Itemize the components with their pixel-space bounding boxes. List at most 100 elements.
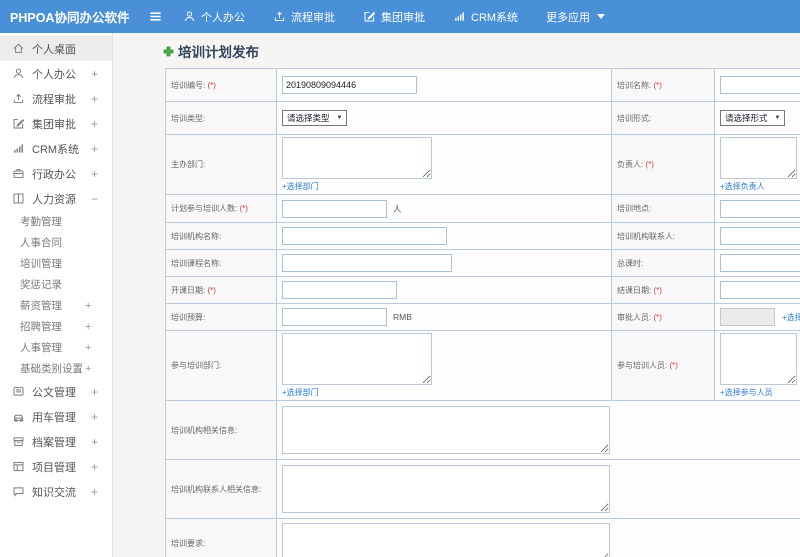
select-dept-link[interactable]: +选择部门 — [282, 387, 319, 398]
sidebar-subitem-training[interactable]: 培训管理 — [0, 253, 112, 274]
expand-plus[interactable]: + — [85, 342, 91, 354]
briefcase-icon — [12, 167, 25, 180]
requirement-textarea[interactable] — [282, 523, 610, 557]
sidebar-item-label: 用车管理 — [32, 411, 76, 424]
edit-icon — [363, 10, 376, 23]
sidebar-item-label: 个人办公 — [32, 68, 76, 81]
nav-item-workflow-approval[interactable]: 流程审批 — [273, 9, 335, 25]
required-marker: (*) — [653, 80, 662, 90]
currency-suffix: RMB — [393, 312, 412, 322]
host-dept-textarea[interactable] — [282, 137, 432, 179]
sidebar-subitem-base-category[interactable]: 基础类别设置 + — [0, 358, 112, 379]
org-contact-info-label: 培训机构联系人相关信息: — [171, 484, 262, 494]
expand-minus[interactable]: − — [91, 192, 98, 206]
sidebar-subitem-hr-contract[interactable]: 人事合同 — [0, 232, 112, 253]
org-contact-input[interactable] — [720, 227, 800, 245]
expand-plus[interactable]: + — [85, 321, 91, 333]
sidebar-item-project[interactable]: 项目管理 + — [0, 454, 112, 479]
sidebar-subitem-personnel[interactable]: 人事管理 + — [0, 337, 112, 358]
expand-plus[interactable]: + — [91, 92, 98, 106]
nav-item-more-apps[interactable]: 更多应用 — [546, 9, 606, 25]
sidebar-item-crm[interactable]: CRM系统 + — [0, 136, 112, 161]
select-participants-link[interactable]: +选择参与人员 — [720, 387, 773, 398]
sidebar-item-official-doc[interactable]: 公文管理 + — [0, 379, 112, 404]
select-approver-link[interactable]: +选择审批人员 — [782, 312, 800, 323]
sidebar-item-personal-office[interactable]: 个人办公 + — [0, 61, 112, 86]
nav-item-crm[interactable]: CRM系统 — [453, 9, 518, 25]
end-date-input[interactable] — [720, 281, 800, 299]
sidebar-item-knowledge[interactable]: 知识交流 + — [0, 479, 112, 504]
total-hours-input[interactable] — [720, 254, 800, 272]
sidebar-item-label: 公文管理 — [32, 386, 76, 399]
requirement-label: 培训要求: — [171, 538, 206, 548]
sidebar-item-personal-desktop[interactable]: 个人桌面 — [0, 36, 112, 61]
sidebar-item-admin-office[interactable]: 行政办公 + — [0, 161, 112, 186]
expand-plus[interactable]: + — [85, 300, 91, 312]
select-dept-link[interactable]: +选择部门 — [282, 181, 319, 192]
host-dept-label: 主办部门: — [171, 160, 206, 169]
sidebar-subitem-label: 人事管理 — [20, 342, 62, 354]
approver-input[interactable] — [720, 308, 775, 326]
training-mode-select[interactable]: 请选择形式 ▼ — [720, 110, 786, 126]
course-name-input[interactable] — [282, 254, 452, 272]
expand-plus[interactable]: + — [91, 117, 98, 131]
sidebar-subitem-recruit[interactable]: 招聘管理 + — [0, 316, 112, 337]
sidebar-item-group-approval[interactable]: 集团审批 + — [0, 111, 112, 136]
join-dept-textarea[interactable] — [282, 333, 432, 385]
sidebar-subitem-label: 培训管理 — [20, 258, 62, 270]
sidebar-item-label: 档案管理 — [32, 436, 76, 449]
sidebar-item-workflow-approval[interactable]: 流程审批 + — [0, 86, 112, 111]
expand-plus[interactable]: + — [91, 167, 98, 181]
training-type-select[interactable]: 请选择类型 ▼ — [282, 110, 348, 126]
sidebar-item-vehicle[interactable]: 用车管理 + — [0, 404, 112, 429]
org-name-input[interactable] — [282, 227, 447, 245]
org-info-textarea[interactable] — [282, 406, 610, 454]
expand-plus[interactable]: + — [91, 67, 98, 81]
user-icon — [12, 67, 25, 80]
chart-icon — [453, 10, 466, 23]
sidebar-subitem-label: 基础类别设置 — [20, 363, 83, 375]
chat-icon — [12, 485, 25, 498]
expand-plus[interactable]: + — [91, 485, 98, 499]
sidebar-subitem-attendance[interactable]: 考勤管理 — [0, 211, 112, 232]
plan-count-input[interactable] — [282, 199, 387, 218]
join-staff-label: 参与培训人员: — [617, 361, 668, 370]
org-contact-info-textarea[interactable] — [282, 465, 610, 513]
total-hours-label: 总课时: — [617, 258, 644, 268]
leader-label: 负责人: — [617, 160, 644, 169]
join-staff-textarea[interactable] — [720, 333, 797, 385]
select-leader-link[interactable]: +选择负责人 — [720, 181, 765, 192]
start-date-input[interactable] — [282, 281, 397, 299]
sidebar-subitem-reward-record[interactable]: 奖惩记录 — [0, 274, 112, 295]
budget-input[interactable] — [282, 308, 387, 326]
location-input[interactable] — [720, 199, 800, 218]
expand-plus[interactable]: + — [91, 142, 98, 156]
required-marker: (*) — [207, 285, 216, 295]
training-no-input[interactable] — [282, 76, 417, 94]
sidebar-item-label: 流程审批 — [32, 93, 76, 106]
required-marker: (*) — [645, 160, 654, 169]
sidebar-subitem-label: 招聘管理 — [20, 321, 62, 333]
required-marker: (*) — [207, 80, 216, 90]
sidebar-item-label: 项目管理 — [32, 461, 76, 474]
hamburger-menu-icon[interactable] — [148, 9, 163, 24]
leader-textarea[interactable] — [720, 137, 797, 179]
project-icon — [12, 460, 25, 473]
nav-item-group-approval[interactable]: 集团审批 — [363, 9, 425, 25]
nav-item-personal-office[interactable]: 个人办公 — [183, 9, 245, 25]
expand-plus[interactable]: + — [85, 363, 91, 375]
select-value: 请选择类型 — [287, 113, 330, 123]
location-label: 培训地点: — [617, 204, 652, 213]
app-logo: PHPOA协同办公软件 — [10, 11, 130, 25]
expand-plus[interactable]: + — [91, 460, 98, 474]
expand-plus[interactable]: + — [91, 410, 98, 424]
chart-icon — [12, 142, 25, 155]
expand-plus[interactable]: + — [91, 435, 98, 449]
sidebar-subitem-label: 薪资管理 — [20, 300, 62, 312]
expand-plus[interactable]: + — [91, 385, 98, 399]
sidebar-item-archive[interactable]: 档案管理 + — [0, 429, 112, 454]
training-name-input[interactable] — [720, 76, 800, 94]
sidebar-item-hr[interactable]: 人力资源 − — [0, 186, 112, 211]
sidebar-subitem-salary[interactable]: 薪资管理 + — [0, 295, 112, 316]
training-name-label: 培训名称: — [617, 80, 652, 90]
